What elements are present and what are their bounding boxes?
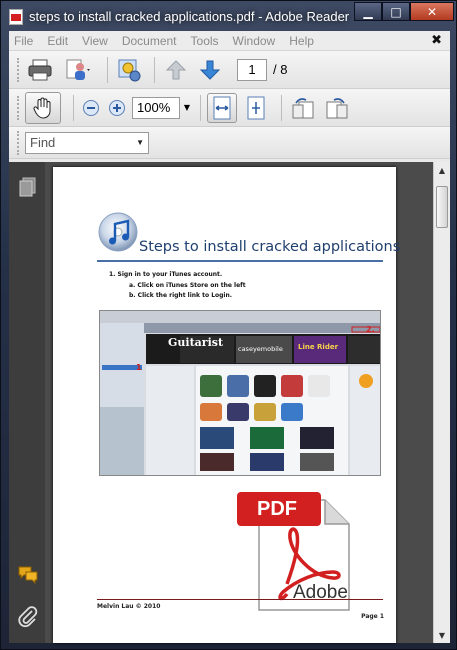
title-bar[interactable]: steps to install cracked applications.pd… xyxy=(1,1,457,31)
menu-document[interactable]: Document xyxy=(122,34,177,48)
window-title: steps to install cracked applications.pd… xyxy=(29,9,350,24)
attachments-panel-icon[interactable] xyxy=(17,606,39,628)
share-button[interactable] xyxy=(59,55,97,85)
previous-page-button[interactable] xyxy=(161,55,191,85)
rotate-right-icon xyxy=(326,97,348,118)
toolbar-separator xyxy=(73,94,74,121)
zoom-in-button[interactable] xyxy=(106,93,128,123)
hand-tool-button[interactable] xyxy=(25,91,61,124)
callout-2: 2. xyxy=(366,325,375,334)
fit-width-button[interactable] xyxy=(207,92,237,123)
settings-collab-icon xyxy=(118,59,141,81)
find-input[interactable]: Find ▼ xyxy=(25,131,149,154)
window-controls: ▁ □ ✕ xyxy=(354,2,454,22)
people-share-icon xyxy=(66,59,90,80)
scrollbar-thumb[interactable] xyxy=(436,186,448,228)
chevron-down-icon: ▼ xyxy=(183,103,191,112)
zoom-out-icon xyxy=(83,99,99,116)
pdf-file-icon: PDF Adobe xyxy=(237,492,355,612)
menu-file[interactable]: File xyxy=(14,34,33,48)
heading-rule xyxy=(97,260,383,262)
zoom-level-input[interactable]: 100% xyxy=(132,96,180,119)
toolbar-grip[interactable] xyxy=(17,95,21,120)
footer-rule xyxy=(97,599,383,600)
scroll-down-button[interactable]: ▼ xyxy=(434,627,450,643)
itunes-logo-icon xyxy=(98,212,138,252)
scroll-up-button[interactable]: ▲ xyxy=(434,162,450,178)
menu-tools[interactable]: Tools xyxy=(191,34,219,48)
comments-panel-icon[interactable] xyxy=(17,564,39,586)
hand-icon xyxy=(33,97,51,119)
toolbar-grip[interactable] xyxy=(17,57,21,82)
arrow-up-icon xyxy=(165,59,187,79)
work-area: Steps to install cracked applications 1.… xyxy=(9,162,450,643)
zoom-out-button[interactable] xyxy=(80,93,102,123)
toolbar-separator xyxy=(107,56,108,83)
client-area: File Edit View Document Tools Window Hel… xyxy=(9,31,450,643)
rotate-clockwise-button[interactable] xyxy=(322,93,352,123)
chevron-down-icon[interactable]: ▼ xyxy=(136,138,144,147)
step-1: 1. Sign in to your iTunes account. xyxy=(109,271,223,278)
adobe-label: Adobe xyxy=(293,582,348,603)
footer-page-number: Page 1 xyxy=(361,613,384,620)
toolbar-grip[interactable] xyxy=(17,130,21,155)
zoom-in-icon xyxy=(109,99,125,116)
arrow-down-icon xyxy=(199,60,221,80)
page-total-label: / 8 xyxy=(273,62,288,77)
adobe-reader-window: steps to install cracked applications.pd… xyxy=(0,0,457,650)
file-toolbar: 1 / 8 xyxy=(9,51,450,89)
close-document-button[interactable]: ✖ xyxy=(431,33,442,48)
pages-panel-icon[interactable] xyxy=(17,176,39,198)
view-toolbar: 100% ▼ xyxy=(9,89,450,127)
minimize-button[interactable]: ▁ xyxy=(354,2,382,21)
printer-icon xyxy=(28,59,52,80)
toolbar-separator xyxy=(200,94,201,121)
callout-1: 1 xyxy=(136,363,142,372)
fit-page-icon xyxy=(247,96,265,119)
close-button[interactable]: ✕ xyxy=(410,2,454,21)
banner-line-rider: Line Rider xyxy=(298,343,339,351)
adobe-reader-app-icon[interactable] xyxy=(9,9,23,25)
vertical-scrollbar[interactable]: ▲ ▼ xyxy=(433,162,450,643)
fit-width-icon xyxy=(213,96,231,119)
footer-author: Melvin Lau © 2010 xyxy=(97,603,161,610)
menu-view[interactable]: View xyxy=(82,34,108,48)
find-toolbar: Find ▼ xyxy=(9,127,450,159)
step-1a: a. Click on iTunes Store on the left xyxy=(129,282,246,289)
itunes-store-screenshot: Guitarist caseyemobile Line Rider 1 2. xyxy=(99,310,381,476)
navigation-pane xyxy=(9,162,45,643)
banner-guitarist: Guitarist xyxy=(168,336,224,349)
next-page-button[interactable] xyxy=(195,55,225,85)
toolbar-separator xyxy=(281,94,282,121)
collaborate-button[interactable] xyxy=(114,55,144,85)
menu-bar: File Edit View Document Tools Window Hel… xyxy=(9,31,450,51)
print-button[interactable] xyxy=(25,55,55,85)
page-number-input[interactable]: 1 xyxy=(237,58,267,81)
find-placeholder: Find xyxy=(30,135,56,150)
toolbar-separator xyxy=(154,56,155,83)
pdf-page: Steps to install cracked applications 1.… xyxy=(53,167,400,643)
menu-help[interactable]: Help xyxy=(289,34,314,48)
pdf-label: PDF xyxy=(257,498,297,520)
step-1b: b. Click the right link to Login. xyxy=(129,292,233,299)
maximize-button[interactable]: □ xyxy=(382,2,410,21)
fit-page-button[interactable] xyxy=(241,93,271,123)
menu-window[interactable]: Window xyxy=(233,34,276,48)
banner-caseyemobile: caseyemobile xyxy=(238,345,283,353)
rotate-counterclockwise-button[interactable] xyxy=(288,93,318,123)
document-view[interactable]: Steps to install cracked applications 1.… xyxy=(45,162,433,643)
zoom-dropdown-button[interactable]: ▼ xyxy=(180,97,194,119)
menu-edit[interactable]: Edit xyxy=(47,34,68,48)
rotate-left-icon xyxy=(292,97,314,118)
document-heading: Steps to install cracked applications xyxy=(139,239,401,255)
